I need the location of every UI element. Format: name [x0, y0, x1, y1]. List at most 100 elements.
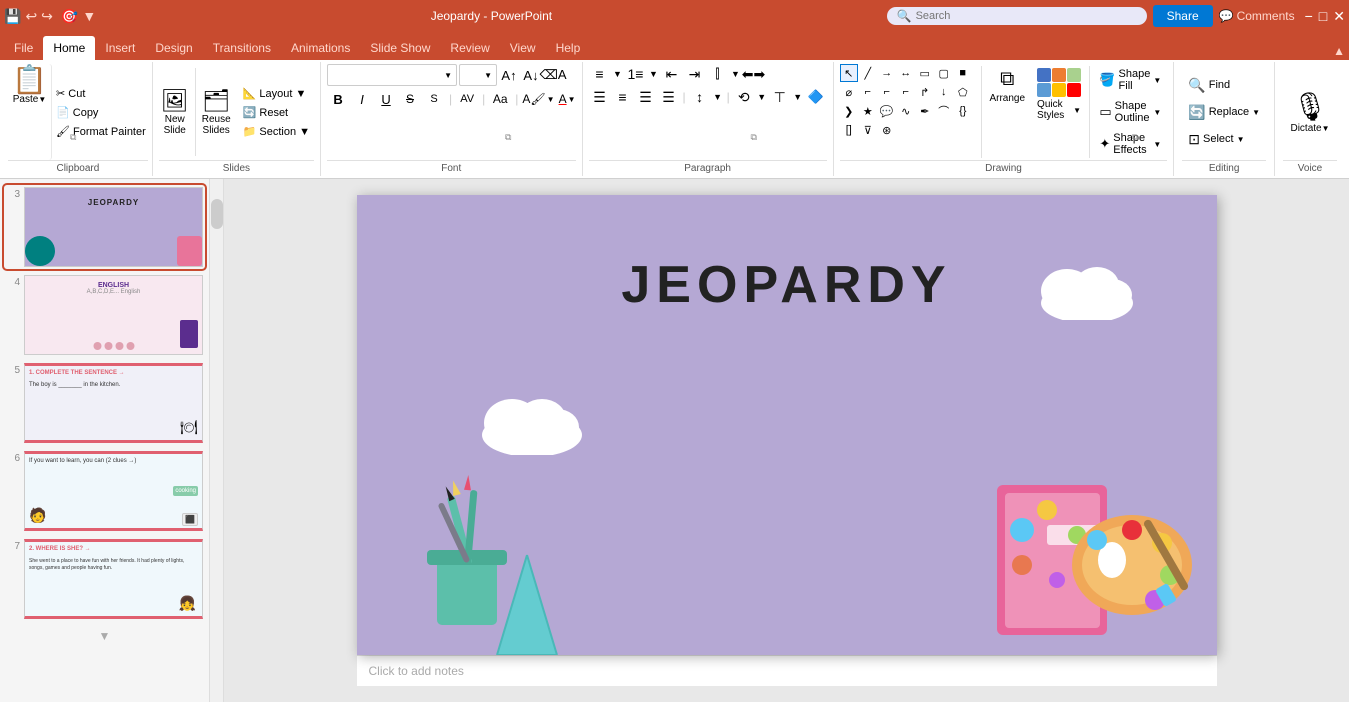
align-text-button[interactable]: ⊤	[769, 87, 791, 107]
clear-format-button[interactable]: ⌫A	[543, 65, 563, 85]
double-arrow-tool[interactable]: ↔	[897, 64, 915, 82]
tab-help[interactable]: Help	[546, 36, 591, 60]
format-painter-button[interactable]: 🖌 Format Painter	[54, 123, 148, 140]
tab-review[interactable]: Review	[440, 36, 499, 60]
font-color-button[interactable]: A	[559, 92, 567, 106]
font-case-button[interactable]: Aa	[489, 89, 511, 109]
more-shapes-button[interactable]: ⊛	[878, 121, 896, 139]
slide-panel: 3 JEOPARDY 4 ENGLISH A,B,C,D,E... Englis…	[0, 179, 210, 702]
slide-item-3[interactable]: 3 JEOPARDY	[4, 185, 205, 269]
layout-button[interactable]: 📐 Layout ▼	[239, 85, 314, 102]
tab-transitions[interactable]: Transitions	[203, 36, 281, 60]
text-shadow-button[interactable]: S	[423, 89, 445, 109]
ribbon: 📋 Paste ▼ ✂ Cut 📄 Copy 🖌 Format Painter …	[0, 60, 1349, 179]
curve-tool[interactable]: ⌒	[935, 102, 953, 120]
arrow-tool[interactable]: →	[878, 64, 896, 82]
quick-styles-button[interactable]: Quick Styles ▼	[1033, 64, 1085, 125]
cursor-tool[interactable]: ↖	[840, 64, 858, 82]
funnel-tool[interactable]: ⊽	[859, 121, 877, 139]
paste-button[interactable]: 📋 Paste ▼	[8, 64, 52, 160]
shape-fill-button[interactable]: 🪣 Shape Fill ▼	[1095, 66, 1165, 94]
select-button[interactable]: ⊡ Select ▼	[1182, 128, 1266, 151]
cylinder-tool[interactable]: ⌀	[840, 83, 858, 101]
text-direction-button[interactable]: ⟲	[733, 87, 755, 107]
numbering-button[interactable]: 1≡	[625, 64, 647, 84]
character-spacing-button[interactable]: AV	[456, 89, 478, 109]
down-arrow-tool[interactable]: ↓	[935, 83, 953, 101]
line-tool[interactable]: ╱	[859, 64, 877, 82]
elbow-connector-tool[interactable]: ⌐	[897, 83, 915, 101]
reset-button[interactable]: 🔄 Reset	[239, 104, 314, 121]
new-slide-button[interactable]: 🖼 NewSlide	[159, 86, 191, 138]
numbering-dropdown[interactable]: ▼	[648, 64, 660, 84]
align-text-dropdown[interactable]: ▼	[792, 87, 804, 107]
rounded-rect-tool[interactable]: ▢	[935, 64, 953, 82]
shape-outline-button[interactable]: ▭ Shape Outline ▼	[1095, 98, 1165, 126]
rtl-ltr-button[interactable]: ⬅➡	[743, 64, 765, 84]
increase-font-button[interactable]: A↑	[499, 65, 519, 85]
slide-item-6[interactable]: 6 If you want to learn, you can (2 clues…	[4, 449, 205, 533]
freeform-tool[interactable]: ✒	[916, 102, 934, 120]
font-group: ▼ ▼ A↑ A↓ ⌫A B I U S S | AV | Aa |	[321, 62, 582, 176]
replace-button[interactable]: 🔄 Replace ▼	[1182, 101, 1266, 124]
slide-item-7[interactable]: 7 2. WHERE IS SHE? → She went to a place…	[4, 537, 205, 621]
columns-dropdown[interactable]: ▼	[730, 64, 742, 84]
slide-item-5[interactable]: 5 1. COMPLETE THE SENTENCE → The boy is …	[4, 361, 205, 445]
pentagon-tool[interactable]: ⬠	[954, 83, 972, 101]
highlight-color-button[interactable]: A🖌	[522, 92, 545, 106]
italic-button[interactable]: I	[351, 89, 373, 109]
strikethrough-button[interactable]: S	[399, 89, 421, 109]
wave-tool[interactable]: ∿	[897, 102, 915, 120]
comments-button[interactable]: 💬 Comments	[1219, 9, 1295, 23]
font-size-selector[interactable]: ▼	[459, 64, 497, 86]
align-center-button[interactable]: ≡	[612, 87, 634, 107]
bracket-tool[interactable]: {}	[954, 102, 972, 120]
font-name-selector[interactable]: ▼	[327, 64, 457, 86]
section-button[interactable]: 📁 Section ▼	[239, 123, 314, 140]
decrease-indent-button[interactable]: ⇤	[661, 64, 683, 84]
tab-slideshow[interactable]: Slide Show	[360, 36, 440, 60]
cut-button[interactable]: ✂ Cut	[54, 85, 148, 102]
justify-button[interactable]: ☰	[658, 87, 680, 107]
right-angle-tool[interactable]: ⌐	[878, 83, 896, 101]
left-scrollbar[interactable]	[210, 179, 224, 702]
line-spacing-button[interactable]: ↕	[689, 87, 711, 107]
text-direction-dropdown[interactable]: ▼	[756, 87, 768, 107]
tab-insert[interactable]: Insert	[95, 36, 145, 60]
elbow-arrow-tool[interactable]: ⌐	[859, 83, 877, 101]
find-button[interactable]: 🔍 Find	[1182, 74, 1266, 97]
line-spacing-dropdown[interactable]: ▼	[712, 87, 724, 107]
reuse-slides-button[interactable]: 🗂 ReuseSlides	[200, 86, 233, 138]
shape-effects-button[interactable]: ✦ Shape Effects ▼	[1095, 130, 1165, 158]
bullets-button[interactable]: ≡	[589, 64, 611, 84]
columns-button[interactable]: ⫿	[707, 64, 729, 84]
share-button[interactable]: Share	[1153, 5, 1213, 27]
tab-home[interactable]: Home	[43, 36, 95, 60]
bold-button[interactable]: B	[327, 89, 349, 109]
brace-tool[interactable]: []	[840, 121, 858, 139]
align-right-button[interactable]: ☰	[635, 87, 657, 107]
increase-indent-button[interactable]: ⇥	[684, 64, 706, 84]
search-input[interactable]	[916, 10, 1116, 22]
rect-tool[interactable]: ▭	[916, 64, 934, 82]
arrange-button[interactable]: ⧉ Arrange	[985, 64, 1029, 108]
square-tool[interactable]: ■	[954, 64, 972, 82]
callout-tool[interactable]: 💬	[878, 102, 896, 120]
tab-animations[interactable]: Animations	[281, 36, 360, 60]
tab-file[interactable]: File	[4, 36, 43, 60]
smartart-button[interactable]: 🔷	[805, 87, 827, 107]
chevron-tool[interactable]: ❯	[840, 102, 858, 120]
search-bar[interactable]: 🔍	[887, 7, 1147, 25]
decrease-font-button[interactable]: A↓	[521, 65, 541, 85]
tab-design[interactable]: Design	[145, 36, 202, 60]
underline-button[interactable]: U	[375, 89, 397, 109]
bullets-dropdown[interactable]: ▼	[612, 64, 624, 84]
copy-button[interactable]: 📄 Copy	[54, 104, 148, 121]
dictate-button[interactable]: 🎙 Dictate ▼	[1286, 86, 1333, 138]
slide-canvas[interactable]: JEOPARDY	[357, 195, 1217, 655]
tab-view[interactable]: View	[500, 36, 546, 60]
star-tool[interactable]: ★	[859, 102, 877, 120]
bent-arrow-tool[interactable]: ↱	[916, 83, 934, 101]
slide-item-4[interactable]: 4 ENGLISH A,B,C,D,E... English	[4, 273, 205, 357]
align-left-button[interactable]: ☰	[589, 87, 611, 107]
